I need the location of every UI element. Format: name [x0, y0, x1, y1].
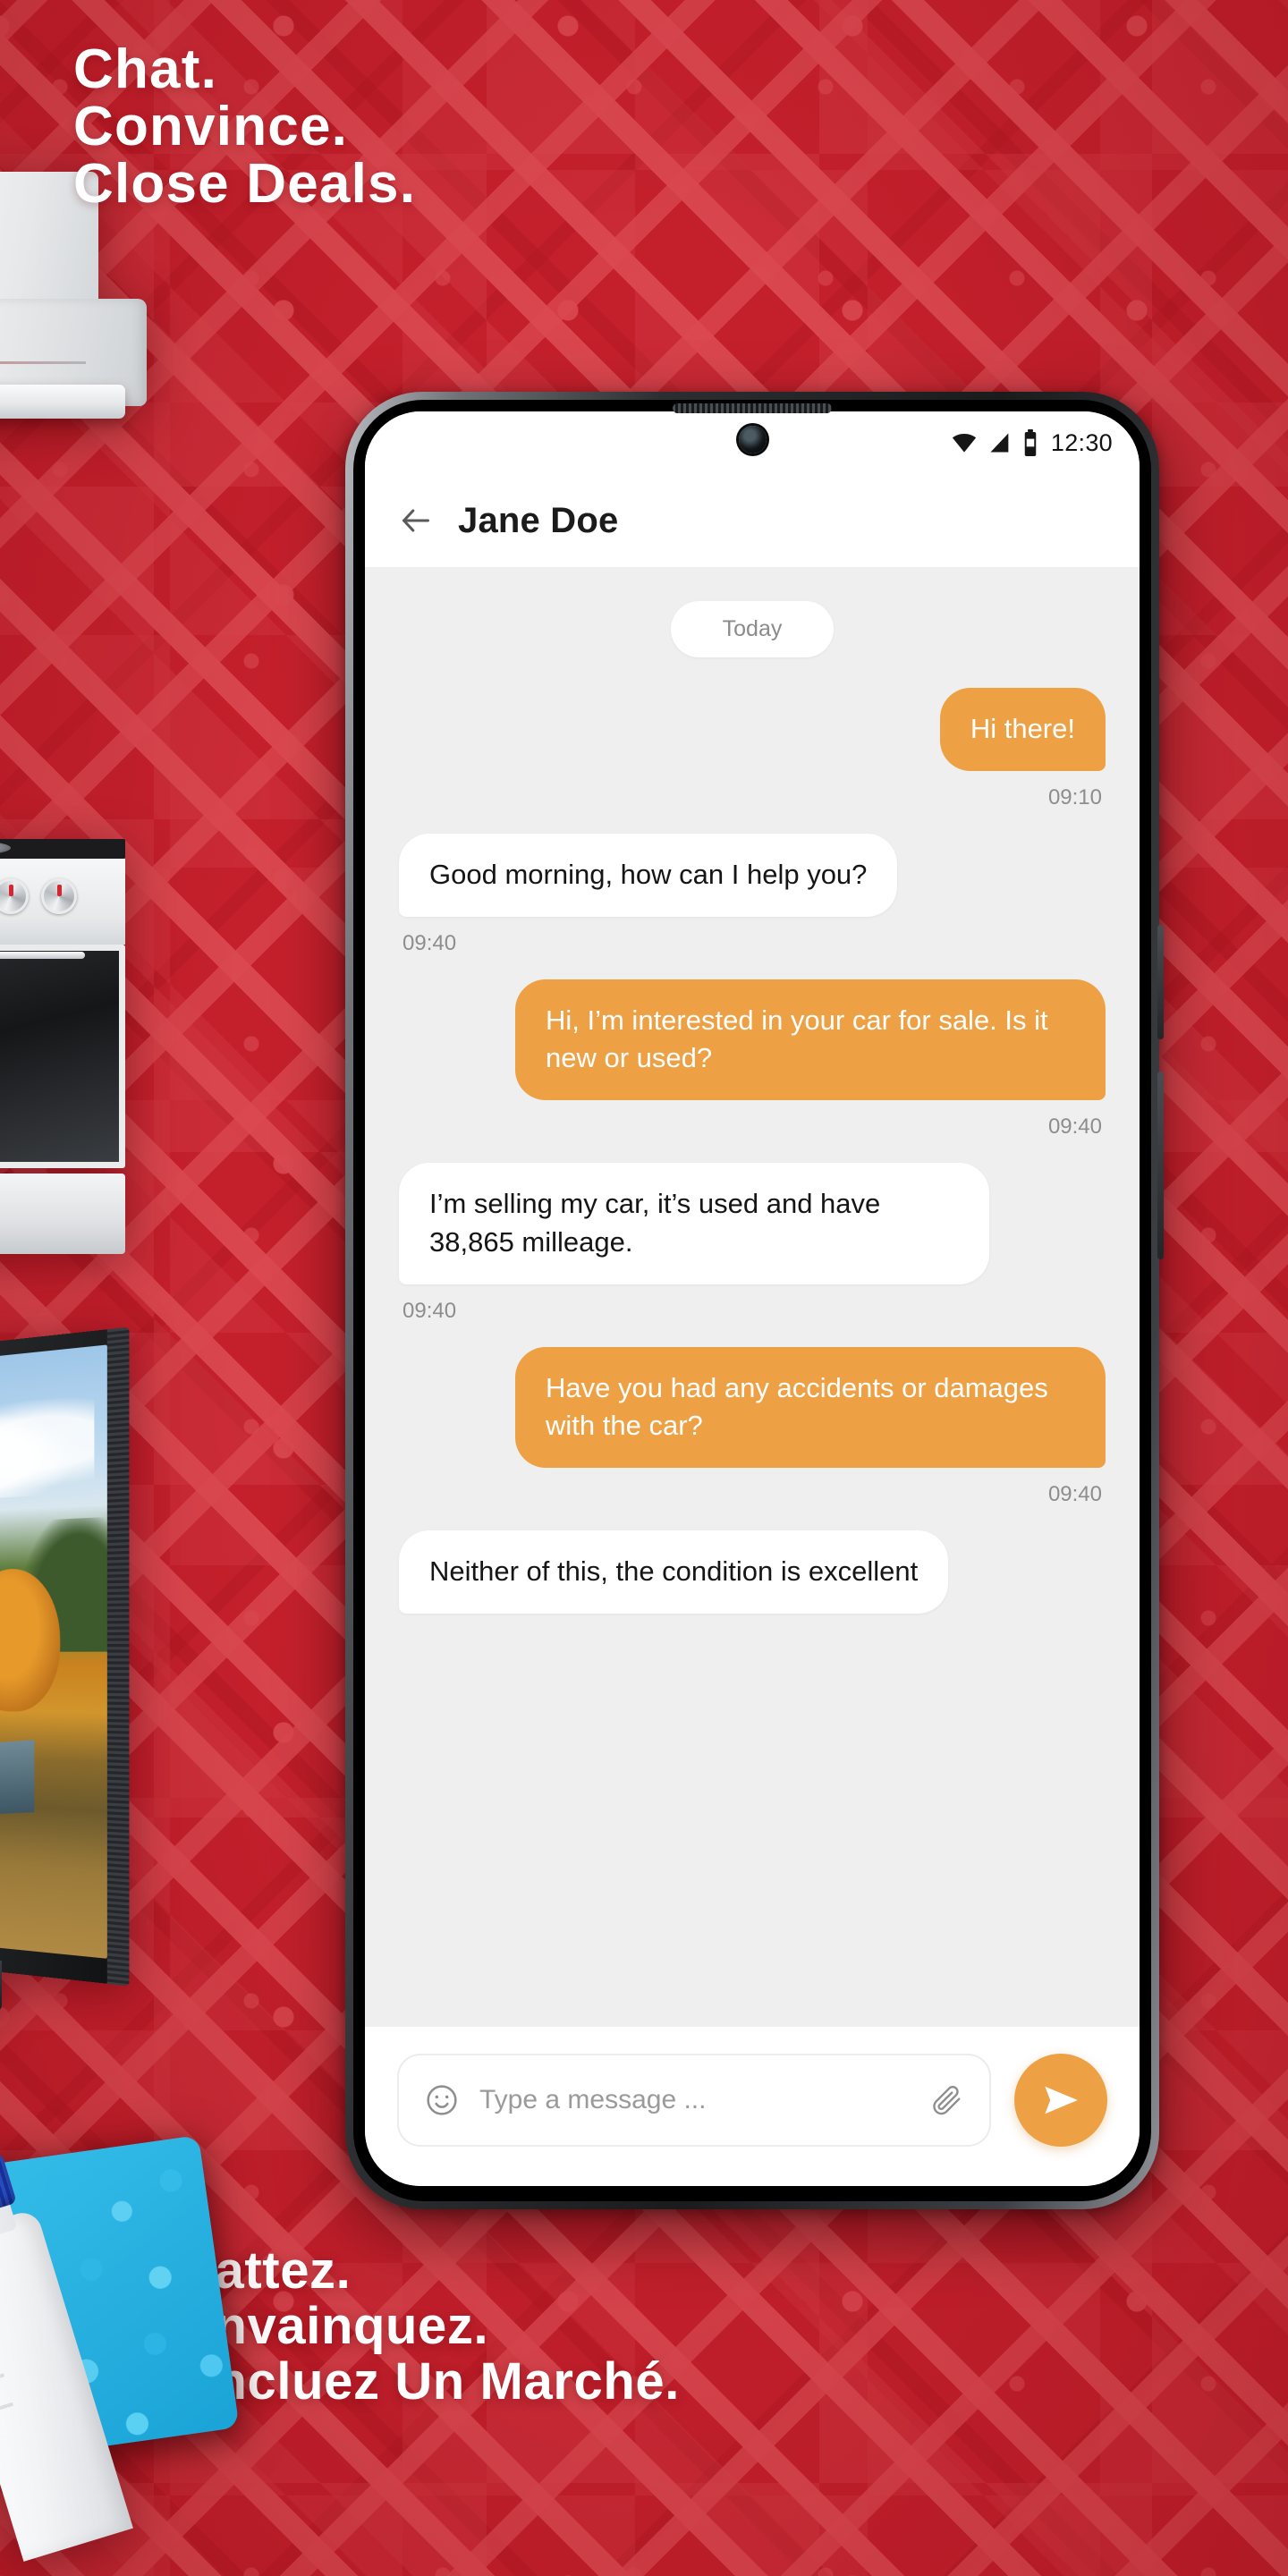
- chat-message-row: I’m selling my car, it’s used and have 3…: [399, 1163, 1106, 1347]
- spray-bottle-and-mop-image: [0, 2134, 240, 2576]
- phone-screen: 12:30 Jane Doe Today Hi there! 09:10 Goo…: [365, 411, 1140, 2186]
- chat-message-row: Good morning, how can I help you? 09:40: [399, 833, 1106, 979]
- chat-bubble-outgoing: Hi there!: [939, 688, 1106, 771]
- chat-timestamp: 09:40: [1047, 1482, 1102, 1507]
- cellular-signal-icon: [990, 433, 1009, 453]
- chat-message-row: Hi there! 09:10: [399, 688, 1106, 834]
- back-arrow-icon[interactable]: [399, 504, 433, 538]
- battery-icon: [1024, 429, 1037, 456]
- emoji-smiley-icon[interactable]: [424, 2082, 460, 2118]
- message-composer: Type a message ...: [365, 2027, 1140, 2186]
- phone-earpiece-speaker: [673, 403, 832, 413]
- send-button[interactable]: [1014, 2054, 1107, 2147]
- paperclip-icon[interactable]: [930, 2083, 964, 2117]
- headline-en-line-3: Close Deals.: [73, 152, 417, 215]
- headline-en-line-1: Chat.: [73, 38, 217, 100]
- day-divider-label: Today: [670, 601, 835, 657]
- chat-bubble-outgoing: Hi, I’m interested in your car for sale.…: [515, 979, 1106, 1101]
- message-input-placeholder: Type a message ...: [479, 2085, 707, 2114]
- chat-timestamp: 09:40: [1047, 1114, 1102, 1140]
- contact-name: Jane Doe: [458, 500, 619, 540]
- wifi-icon: [952, 434, 977, 453]
- headline-english: Chat. Convince. Close Deals.: [73, 41, 416, 213]
- chat-message-row: Hi, I’m interested in your car for sale.…: [399, 979, 1106, 1164]
- chat-app-bar: Jane Doe: [365, 474, 1140, 567]
- television-display-image: [0, 1326, 130, 2011]
- status-bar-time: 12:30: [1050, 428, 1113, 456]
- chat-timestamp: 09:40: [402, 1298, 457, 1323]
- chat-bubble-incoming: I’m selling my car, it’s used and have 3…: [399, 1163, 989, 1284]
- chat-bubble-incoming: Good morning, how can I help you?: [399, 833, 898, 917]
- refrigerator-appliance-image: [0, 172, 147, 419]
- promo-banner: Chat. Convince. Close Deals. 12:30 Jane …: [0, 0, 1288, 2576]
- stove-oven-appliance-image: [0, 839, 125, 1268]
- phone-mockup: 12:30 Jane Doe Today Hi there! 09:10 Goo…: [345, 392, 1164, 2209]
- chat-bubble-outgoing: Have you had any accidents or damages wi…: [515, 1346, 1106, 1469]
- chat-message-row: Neither of this, the condition is excell…: [399, 1530, 1106, 1614]
- send-paper-plane-icon: [1045, 2086, 1078, 2114]
- chat-bubble-incoming: Neither of this, the condition is excell…: [399, 1530, 949, 1614]
- chat-timestamp: 09:10: [1047, 784, 1102, 809]
- headline-en-line-2: Convince.: [73, 95, 349, 157]
- message-input-field[interactable]: Type a message ...: [397, 2054, 991, 2147]
- day-divider: Today: [399, 601, 1106, 657]
- chat-thread[interactable]: Today Hi there! 09:10 Good morning, how …: [365, 567, 1140, 2027]
- chat-message-row: Have you had any accidents or damages wi…: [399, 1346, 1106, 1531]
- phone-volume-button[interactable]: [1157, 1072, 1164, 1259]
- chat-timestamp: 09:40: [402, 930, 457, 955]
- phone-front-camera: [739, 426, 767, 453]
- phone-power-button[interactable]: [1157, 925, 1164, 1039]
